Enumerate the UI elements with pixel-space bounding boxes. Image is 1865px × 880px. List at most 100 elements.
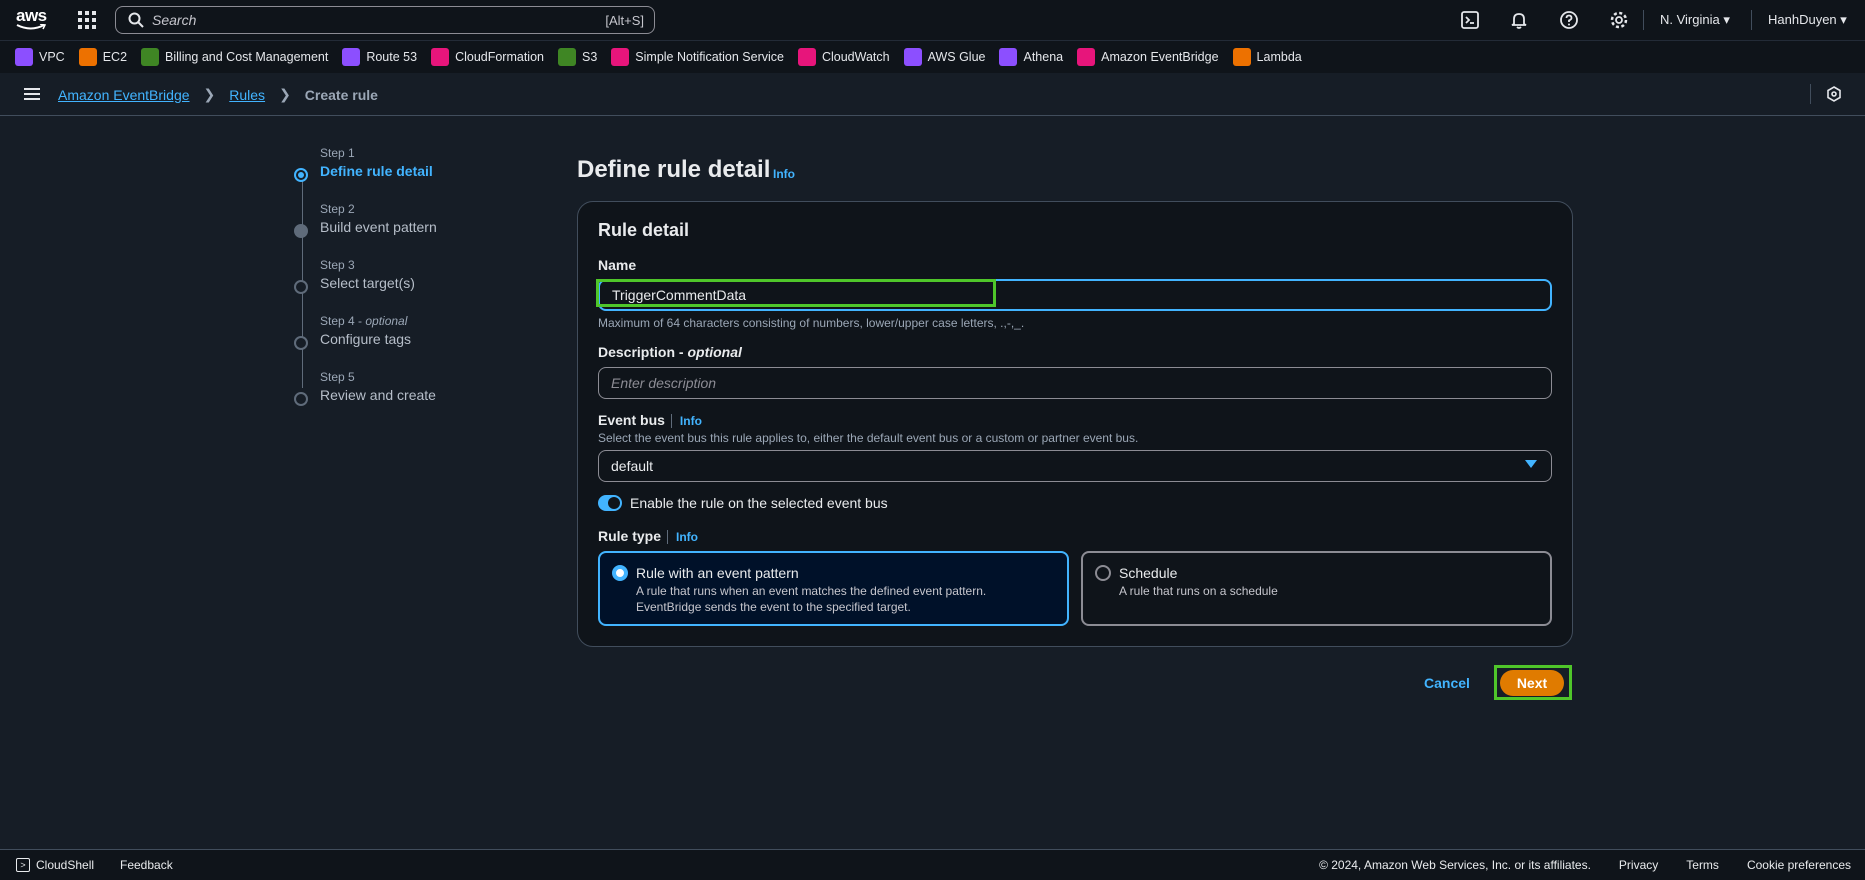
name-highlight-box	[596, 279, 996, 307]
radio-event-pattern[interactable]	[612, 565, 628, 581]
favorite-item[interactable]: AWS Glue	[903, 48, 986, 66]
rule-type-event-pattern-tile[interactable]: Rule with an event pattern A rule that r…	[598, 551, 1069, 626]
rule-type-info-link[interactable]: Info	[667, 530, 699, 544]
divider	[1810, 84, 1811, 104]
favorite-label: EC2	[102, 50, 128, 64]
wizard-step-5: Step 5 Review and create	[290, 369, 530, 425]
service-icon	[78, 48, 97, 66]
help-icon[interactable]	[1559, 10, 1579, 30]
enable-rule-row: Enable the rule on the selected event bu…	[598, 495, 888, 511]
caret-down-icon	[1525, 460, 1537, 468]
terms-link[interactable]: Terms	[1686, 858, 1719, 872]
description-placeholder: Enter description	[611, 375, 717, 391]
footer-links: © 2024, Amazon Web Services, Inc. or its…	[1291, 858, 1851, 872]
step-status-icon	[294, 168, 308, 182]
rule-type-schedule-tile[interactable]: Schedule A rule that runs on a schedule	[1081, 551, 1552, 626]
wizard-steps: Step 1 Define rule detail Step 2 Build even…	[290, 145, 530, 425]
service-icon	[999, 48, 1018, 66]
cookie-preferences-link[interactable]: Cookie preferences	[1747, 858, 1851, 872]
favorite-label: CloudFormation	[455, 50, 544, 64]
cloudshell-icon[interactable]	[1460, 10, 1480, 30]
search-icon	[128, 12, 144, 28]
tile-description: A rule that runs on a schedule	[1119, 584, 1278, 598]
info-link[interactable]: Info	[773, 167, 795, 181]
settings-gear-icon[interactable]	[1609, 10, 1629, 30]
enable-rule-toggle[interactable]	[598, 495, 622, 511]
breadcrumb-bar: Amazon EventBridge ❯ Rules ❯ Create rule	[0, 73, 1865, 116]
search-shortcut: [Alt+S]	[605, 12, 644, 28]
region-selector[interactable]: N. Virginia ▾	[1660, 12, 1730, 28]
event-bus-select[interactable]: default	[598, 450, 1552, 482]
step-status-icon	[294, 336, 308, 350]
favorite-item[interactable]: EC2	[78, 48, 128, 66]
breadcrumb-eventbridge[interactable]: Amazon EventBridge	[58, 87, 190, 103]
tile-description: EventBridge sends the event to the speci…	[636, 600, 911, 614]
favorites-bar: VPC EC2 Billing and Cost Management Route 5…	[0, 40, 1865, 73]
search-input[interactable]: Search [Alt+S]	[115, 6, 655, 34]
service-icon	[15, 48, 33, 66]
copyright-text: © 2024, Amazon Web Services, Inc. or its…	[1319, 858, 1591, 872]
step-name: Build event pattern	[320, 219, 437, 235]
tile-description: A rule that runs when an event matches t…	[636, 584, 987, 598]
feedback-panel-icon[interactable]	[1826, 86, 1842, 102]
service-icon	[558, 48, 576, 66]
service-icon	[611, 48, 630, 66]
favorite-label: CloudWatch	[821, 50, 890, 64]
name-label: Name	[598, 257, 637, 273]
description-input[interactable]: Enter description	[598, 367, 1552, 399]
services-grid-icon[interactable]	[78, 11, 96, 29]
favorite-item[interactable]: Billing and Cost Management	[141, 48, 328, 66]
event-bus-label: Event bus Info	[598, 412, 702, 428]
footer: > CloudShell Feedback © 2024, Amazon Web…	[0, 849, 1865, 880]
service-icon	[797, 48, 816, 66]
favorite-item[interactable]: Amazon EventBridge	[1077, 48, 1219, 66]
menu-hamburger-icon[interactable]	[24, 88, 40, 100]
service-icon	[342, 48, 361, 66]
chevron-right-icon: ❯	[203, 86, 216, 102]
favorite-item[interactable]: CloudFormation	[431, 48, 544, 66]
notifications-bell-icon[interactable]	[1509, 10, 1529, 30]
privacy-link[interactable]: Privacy	[1619, 858, 1658, 872]
step-number: Step 5	[320, 370, 355, 384]
service-icon	[903, 48, 922, 66]
service-icon	[431, 48, 450, 66]
favorite-item[interactable]: Lambda	[1232, 48, 1302, 66]
next-button[interactable]: Next	[1500, 670, 1564, 696]
wizard-step-3: Step 3 Select target(s)	[290, 257, 530, 313]
favorite-label: Route 53	[366, 50, 418, 64]
step-name: Define rule detail	[320, 163, 433, 179]
panel-heading: Rule detail	[598, 220, 690, 240]
favorite-item[interactable]: Simple Notification Service	[611, 48, 784, 66]
cloudshell-button[interactable]: > CloudShell	[16, 858, 94, 872]
account-menu[interactable]: HanhDuyen ▾	[1768, 12, 1847, 28]
service-icon	[1077, 48, 1096, 66]
favorite-item[interactable]: VPC	[15, 48, 65, 66]
top-navigation-bar: aws Search [Alt+S] N. Virginia ▾ HanhDuy…	[0, 0, 1865, 40]
cancel-button[interactable]: Cancel	[1424, 675, 1470, 691]
step-number: Step 2	[320, 202, 355, 216]
wizard-step-4: Step 4 - optional Configure tags	[290, 313, 530, 369]
feedback-link[interactable]: Feedback	[120, 858, 173, 872]
rule-type-label: Rule type Info	[598, 528, 699, 544]
favorite-item[interactable]: Athena	[999, 48, 1063, 66]
chevron-right-icon: ❯	[279, 86, 291, 102]
enable-rule-label: Enable the rule on the selected event bu…	[630, 495, 888, 511]
favorite-label: S3	[582, 50, 598, 64]
wizard-step-1[interactable]: Step 1 Define rule detail	[290, 145, 530, 201]
tile-title: Rule with an event pattern	[636, 565, 799, 581]
step-number: Step 4 - optional	[320, 314, 408, 328]
favorite-label: AWS Glue	[927, 50, 986, 64]
favorite-label: Amazon EventBridge	[1101, 50, 1219, 64]
event-bus-info-link[interactable]: Info	[670, 414, 702, 428]
favorite-label: Lambda	[1256, 50, 1302, 64]
breadcrumb-rules[interactable]: Rules	[229, 87, 265, 103]
favorite-label: Billing and Cost Management	[165, 50, 329, 64]
event-bus-help-text: Select the event bus this rule applies t…	[598, 431, 1139, 445]
favorite-label: VPC	[39, 50, 65, 64]
radio-schedule[interactable]	[1095, 565, 1111, 581]
favorite-item[interactable]: S3	[558, 48, 597, 66]
favorite-item[interactable]: Route 53	[342, 48, 417, 66]
step-status-icon	[294, 224, 308, 238]
favorite-item[interactable]: CloudWatch	[797, 48, 890, 66]
aws-logo[interactable]: aws	[16, 7, 50, 32]
